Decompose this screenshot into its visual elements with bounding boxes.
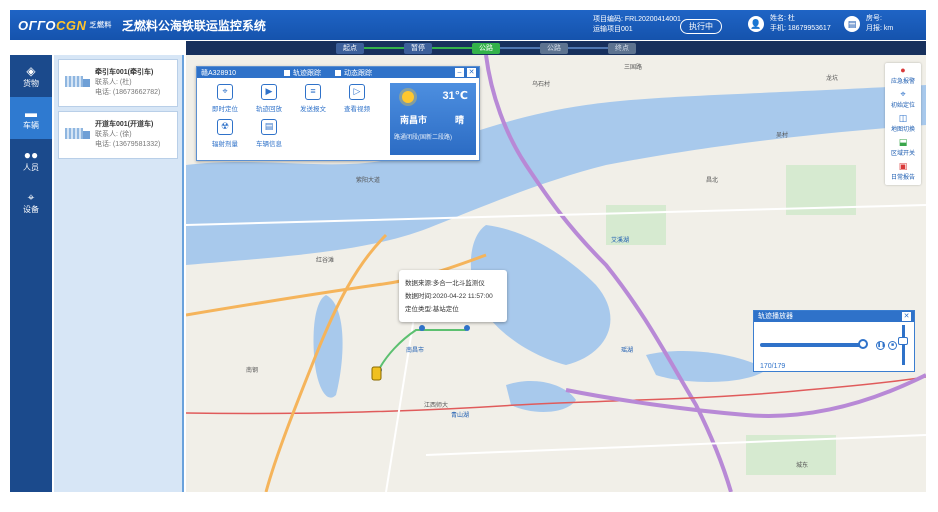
tool-grid: ⌖ 即时定位 ▶ 轨迹回放 ≡ 发送报文 ▷ 查看视频 ☢ 辐射剂量 ▤ 车辆信… [203, 84, 383, 148]
progress-handle[interactable] [858, 339, 868, 349]
user-info[interactable]: 👤 姓名: 杜 手机: 18679953617 [748, 14, 831, 34]
map-label: 艾溪湖 [611, 238, 630, 244]
system-title: 乏燃料公海铁联运监控系统 [121, 18, 266, 33]
temperature: 31℃ [442, 90, 468, 102]
daily-report-button[interactable]: ▣ 日常报告 [885, 159, 921, 183]
top-header: ОГГО CGN 乏燃料 乏燃料公海铁联运监控系统 项目编码: FRL202004… [10, 10, 926, 40]
area-toggle-button[interactable]: ⬓ 区域开关 [885, 135, 921, 159]
route-segment [568, 47, 608, 49]
logo: ОГГО CGN 乏燃料 [18, 17, 112, 33]
player-header: 轨迹播放器 ✕ [754, 311, 914, 322]
report-icon: ▤ [844, 16, 860, 32]
nav-item-people[interactable]: ●● 人员 [10, 139, 52, 181]
road-button[interactable]: 公路 [540, 42, 568, 54]
car-info-icon: ▤ [261, 119, 277, 135]
close-icon[interactable]: ✕ [467, 68, 476, 77]
vehicle-info-button[interactable]: ▤ 车辆信息 [247, 119, 291, 148]
frame-counter: 170/179 [760, 363, 786, 370]
view-video-button[interactable]: ▷ 查看视频 [335, 84, 379, 113]
map-label: 乌石村 [532, 82, 551, 88]
route-control-bar: 起点 暂停 公路 公路 终点 [186, 41, 926, 55]
map-label: 江西师大 [424, 403, 449, 409]
nav-item-device[interactable]: ⌖ 设备 [10, 181, 52, 223]
stop-icon[interactable]: ■ [888, 341, 897, 350]
dynamic-follow-checkbox[interactable]: 动态跟踪 [335, 68, 372, 78]
nav-item-vehicle[interactable]: ▬ 车辆 [10, 97, 52, 139]
weather-condition: 晴 [454, 115, 464, 125]
pin-icon: ● [900, 65, 906, 75]
radiation-icon: ☢ [217, 119, 233, 135]
truck-icon: ▬ [25, 105, 37, 120]
speed-slider[interactable] [902, 325, 905, 365]
initial-locate-button[interactable]: ⌖ 初始定位 [885, 87, 921, 111]
end-button[interactable]: 终点 [608, 42, 636, 54]
user-icon: 👤 [748, 16, 764, 32]
route-segment [432, 47, 472, 49]
minimize-icon[interactable]: – [455, 68, 464, 77]
map-label: 昌北 [706, 178, 719, 184]
people-icon: ●● [23, 147, 39, 162]
map-label: 红谷滩 [316, 258, 335, 264]
layers-icon: ◫ [898, 113, 908, 123]
area-icon: ⬓ [898, 137, 908, 147]
route-segment [364, 47, 404, 49]
route-segment [500, 47, 540, 49]
map-label: 青山湖 [451, 413, 470, 419]
emergency-alarm-button[interactable]: ● 应急报警 [885, 63, 921, 87]
project-info: 项目编码: FRL20200414001 运输项目001 [593, 16, 681, 33]
data-source: 数据来源:多合一北斗监测仪 [405, 280, 485, 287]
message-icon: ≡ [305, 84, 321, 100]
close-icon[interactable]: ✕ [902, 312, 911, 321]
locate-type: 定位类型:基站定位 [405, 306, 459, 313]
satellite-icon: ⌖ [27, 189, 35, 204]
status-badge[interactable]: 执行中 [680, 19, 722, 34]
locate-now-button[interactable]: ⌖ 即时定位 [203, 84, 247, 113]
pause-icon[interactable]: ❚❚ [876, 341, 885, 350]
plate-number: 赣A328910 [201, 69, 237, 77]
cube-icon: ◈ [26, 63, 36, 78]
vehicle-list-panel: 牵引车001(牵引车) 联系人: (杜) 电话: (18673662782) 开… [54, 55, 184, 492]
map-label: 城东 [796, 463, 809, 469]
nav-item-cargo[interactable]: ◈ 货物 [10, 55, 52, 97]
pause-button[interactable]: 暂停 [404, 42, 432, 54]
track-replay-button[interactable]: ▶ 轨迹回放 [247, 84, 291, 113]
map-label: 紫阳大道 [356, 178, 381, 184]
vehicle-card[interactable]: 牵引车001(牵引车) 联系人: (杜) 电话: (18673662782) [58, 59, 178, 107]
play-icon: ▶ [261, 84, 277, 100]
report-info[interactable]: ▤ 房号: 月报: km [844, 14, 893, 34]
track-follow-checkbox[interactable]: 轨迹跟踪 [284, 68, 321, 78]
road-status: 路通闭段(国新二段路) [394, 135, 452, 141]
speed-handle[interactable] [898, 337, 908, 345]
map-toolbar: ● 应急报警 ⌖ 初始定位 ◫ 地图切换 ⬓ 区域开关 ▣ 日常报告 [885, 63, 921, 185]
progress-track[interactable] [760, 343, 864, 347]
truck-icon [65, 128, 91, 142]
data-time: 数据时间:2020-04-22 11:57:00 [405, 293, 493, 300]
map-label: 瑶湖 [621, 348, 634, 354]
sun-icon [402, 91, 414, 103]
popup-header: 赣A328910 轨迹跟踪 动态跟踪 – ✕ [197, 67, 479, 78]
truck-icon [65, 76, 91, 90]
map-label: 三国路 [624, 65, 643, 71]
map-switch-button[interactable]: ◫ 地图切换 [885, 111, 921, 135]
weather-panel: 31℃ 南昌市 晴 路通闭段(国新二段路) [390, 83, 476, 155]
report-icon: ▣ [898, 161, 908, 171]
map-label: 南昌市 [406, 348, 425, 354]
video-icon: ▷ [349, 84, 365, 100]
send-message-button[interactable]: ≡ 发送报文 [291, 84, 335, 113]
location-info-tooltip: 数据来源:多合一北斗监测仪 数据时间:2020-04-22 11:57:00 定… [399, 270, 507, 322]
location-icon: ⌖ [217, 84, 233, 100]
vehicle-card[interactable]: 开道车001(开道车) 联系人: (徐) 电话: (13679581332) [58, 111, 178, 159]
left-nav: ◈ 货物 ▬ 车辆 ●● 人员 ⌖ 设备 [10, 55, 52, 492]
road-button-active[interactable]: 公路 [472, 42, 500, 54]
map-label: 南钢 [246, 368, 259, 374]
map-label: 吴村 [776, 133, 789, 139]
start-button[interactable]: 起点 [336, 42, 364, 54]
radiation-dose-button[interactable]: ☢ 辐射剂量 [203, 119, 247, 148]
locate-icon: ⌖ [900, 89, 906, 99]
weather-city: 南昌市 [400, 115, 428, 125]
map-label: 龙坑 [826, 76, 839, 82]
vehicle-popup: 赣A328910 轨迹跟踪 动态跟踪 – ✕ ⌖ 即时定位 ▶ 轨迹回放 ≡ 发… [196, 66, 480, 161]
track-player: 轨迹播放器 ✕ ❚❚ ■ 170/179 [753, 310, 915, 372]
